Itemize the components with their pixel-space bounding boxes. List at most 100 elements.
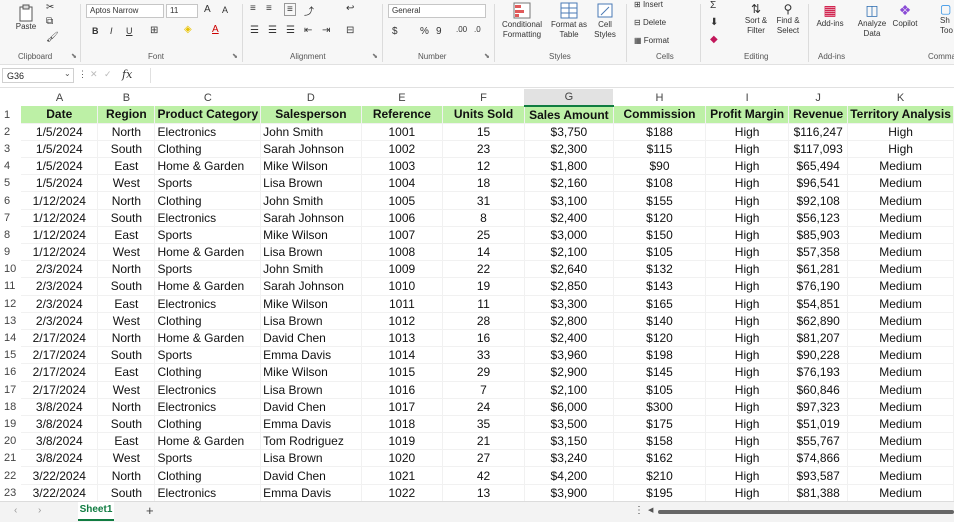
data-cell[interactable]: Electronics bbox=[154, 123, 262, 141]
column-header-c[interactable]: C bbox=[154, 89, 261, 106]
data-cell[interactable]: Home & Garden bbox=[154, 432, 262, 451]
data-cell[interactable]: South bbox=[97, 140, 156, 159]
column-header-j[interactable]: J bbox=[788, 89, 848, 106]
data-cell[interactable]: $117,093 bbox=[788, 140, 849, 159]
percent-button[interactable]: % bbox=[420, 26, 429, 37]
data-cell[interactable]: 2/3/2024 bbox=[21, 260, 99, 279]
format-as-table-button[interactable]: Format as Table bbox=[550, 2, 588, 40]
data-cell[interactable]: $116,247 bbox=[788, 123, 849, 141]
data-cell[interactable]: $105 bbox=[613, 243, 707, 262]
comma-button[interactable]: 9 bbox=[436, 26, 442, 37]
bold-button[interactable]: B bbox=[92, 26, 99, 36]
data-cell[interactable]: Mike Wilson bbox=[260, 295, 362, 313]
data-cell[interactable]: $195 bbox=[613, 484, 707, 502]
insert-button[interactable]: ⊞ Insert bbox=[634, 0, 663, 9]
data-cell[interactable]: $57,358 bbox=[788, 243, 849, 262]
data-cell[interactable]: 11 bbox=[442, 295, 525, 313]
data-cell[interactable]: $90 bbox=[613, 157, 707, 176]
orientation-icon[interactable]: ⤴ bbox=[304, 3, 314, 18]
data-cell[interactable]: 3/8/2024 bbox=[21, 449, 99, 468]
font-size-dropdown[interactable]: 11 bbox=[166, 4, 198, 18]
data-cell[interactable]: High bbox=[705, 415, 790, 434]
currency-button[interactable]: $ bbox=[392, 26, 398, 37]
row-number[interactable]: 23 bbox=[0, 484, 22, 502]
data-cell[interactable]: West bbox=[97, 174, 156, 193]
copilot-button[interactable]: ❖ Copilot bbox=[890, 2, 920, 28]
column-header-b[interactable]: B bbox=[97, 89, 155, 106]
data-cell[interactable]: South bbox=[97, 346, 156, 365]
data-cell[interactable]: 1004 bbox=[361, 174, 444, 193]
data-cell[interactable]: Sarah Johnson bbox=[260, 209, 362, 227]
data-cell[interactable]: 1005 bbox=[361, 191, 444, 210]
data-cell[interactable]: Electronics bbox=[154, 209, 262, 227]
data-cell[interactable]: $2,100 bbox=[524, 243, 614, 262]
sheet-tab-sheet1[interactable]: Sheet1 bbox=[78, 502, 114, 521]
row-number[interactable]: 22 bbox=[0, 466, 22, 485]
data-cell[interactable]: 1/5/2024 bbox=[21, 174, 99, 193]
data-cell[interactable]: 2/17/2024 bbox=[21, 363, 99, 382]
data-cell[interactable]: 1017 bbox=[361, 398, 444, 416]
data-cell[interactable]: East bbox=[97, 226, 156, 245]
data-cell[interactable]: High bbox=[705, 398, 790, 416]
data-cell[interactable]: 1007 bbox=[361, 226, 444, 245]
data-cell[interactable]: $76,190 bbox=[788, 277, 849, 296]
data-cell[interactable]: Mike Wilson bbox=[260, 226, 362, 245]
data-cell[interactable]: Medium bbox=[847, 277, 954, 296]
data-cell[interactable]: Medium bbox=[847, 191, 954, 210]
data-cell[interactable]: 19 bbox=[442, 277, 525, 296]
data-cell[interactable]: $120 bbox=[613, 329, 707, 348]
data-cell[interactable]: West bbox=[97, 243, 156, 262]
column-header-a[interactable]: A bbox=[21, 89, 98, 106]
data-cell[interactable]: 25 bbox=[442, 226, 525, 245]
data-cell[interactable]: High bbox=[705, 363, 790, 382]
data-cell[interactable]: 1001 bbox=[361, 123, 444, 141]
data-cell[interactable]: 1003 bbox=[361, 157, 444, 176]
row-number[interactable]: 4 bbox=[0, 157, 22, 175]
data-cell[interactable]: Tom Rodriguez bbox=[260, 432, 362, 451]
data-cell[interactable]: Medium bbox=[847, 398, 954, 416]
data-cell[interactable]: High bbox=[705, 174, 790, 193]
data-cell[interactable]: West bbox=[97, 381, 156, 399]
data-cell[interactable]: South bbox=[97, 209, 156, 227]
data-cell[interactable]: $3,500 bbox=[524, 415, 614, 434]
data-cell[interactable]: $3,000 bbox=[524, 226, 614, 245]
data-cell[interactable]: $96,541 bbox=[788, 174, 849, 193]
data-cell[interactable]: High bbox=[705, 346, 790, 365]
data-cell[interactable]: High bbox=[705, 226, 790, 245]
data-cell[interactable]: Medium bbox=[847, 466, 954, 485]
row-number[interactable]: 16 bbox=[0, 363, 22, 381]
data-cell[interactable]: Medium bbox=[847, 381, 954, 399]
column-title-cell[interactable]: Profit Margin bbox=[705, 106, 790, 124]
autosum-icon[interactable]: Σ bbox=[710, 0, 716, 11]
data-cell[interactable]: 24 bbox=[442, 398, 525, 416]
data-cell[interactable]: $115 bbox=[613, 140, 707, 159]
data-cell[interactable]: South bbox=[97, 484, 156, 502]
insert-function-icon[interactable]: fx bbox=[122, 68, 132, 81]
chevron-down-icon[interactable]: ⌄ bbox=[64, 69, 71, 78]
data-cell[interactable]: $162 bbox=[613, 449, 707, 468]
data-cell[interactable]: Medium bbox=[847, 415, 954, 434]
data-cell[interactable]: 31 bbox=[442, 191, 525, 210]
data-cell[interactable]: $81,207 bbox=[788, 329, 849, 348]
column-title-cell[interactable]: Territory Analysis bbox=[847, 106, 954, 124]
data-cell[interactable]: $175 bbox=[613, 415, 707, 434]
data-cell[interactable]: 21 bbox=[442, 432, 525, 451]
data-cell[interactable]: 1018 bbox=[361, 415, 444, 434]
scroll-left-icon[interactable]: ‹ bbox=[14, 505, 17, 516]
data-cell[interactable]: 1/12/2024 bbox=[21, 226, 99, 245]
increase-decimal-icon[interactable]: .00 bbox=[456, 25, 467, 34]
clipboard-launcher-icon[interactable]: ⬊ bbox=[71, 52, 77, 60]
data-cell[interactable]: Clothing bbox=[154, 191, 262, 210]
clear-icon[interactable]: ◆ bbox=[710, 34, 718, 45]
data-cell[interactable]: Medium bbox=[847, 295, 954, 313]
data-cell[interactable]: John Smith bbox=[260, 123, 362, 141]
data-cell[interactable]: $108 bbox=[613, 174, 707, 193]
data-cell[interactable]: 1008 bbox=[361, 243, 444, 262]
data-cell[interactable]: High bbox=[705, 157, 790, 176]
data-cell[interactable]: 1014 bbox=[361, 346, 444, 365]
number-format-dropdown[interactable]: General bbox=[388, 4, 486, 18]
column-header-e[interactable]: E bbox=[361, 89, 443, 106]
data-cell[interactable]: $74,866 bbox=[788, 449, 849, 468]
data-cell[interactable]: $120 bbox=[613, 209, 707, 227]
data-cell[interactable]: Electronics bbox=[154, 381, 262, 399]
